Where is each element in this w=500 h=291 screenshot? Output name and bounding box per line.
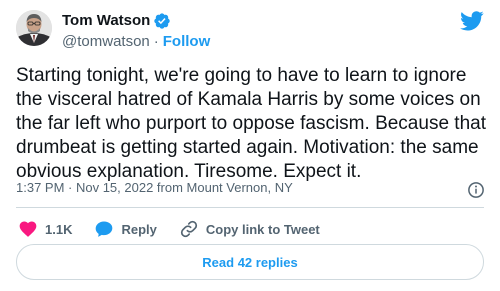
separator-dot: · [153, 33, 159, 50]
follow-link[interactable]: Follow [163, 32, 211, 52]
divider [16, 207, 484, 208]
copy-link-label: Copy link to Tweet [205, 221, 320, 237]
reply-bubble-icon [96, 221, 113, 237]
tweet-text: Starting tonight, we're going to have to… [16, 65, 486, 182]
read-replies-button[interactable]: Read 42 replies [16, 244, 484, 280]
verified-badge-icon [154, 13, 171, 29]
author-name-row: Tom Watson [62, 11, 171, 31]
author-handle-row: @tomwatson · Follow [62, 32, 210, 52]
tweet-timestamp[interactable]: 1:37 PM · Nov 15, 2022 from Mount Vernon… [16, 180, 293, 196]
like-count: 1.1K [45, 221, 73, 237]
reply-button[interactable]: Reply [94, 219, 157, 239]
heart-icon [19, 221, 37, 237]
tweet-card: Tom Watson @tomwatson · Follow Starting … [0, 0, 500, 291]
avatar-photo [16, 10, 52, 46]
copy-link-button[interactable]: Copy link to Tweet [179, 219, 320, 239]
info-icon[interactable] [467, 181, 485, 199]
twitter-bird-icon[interactable] [460, 11, 484, 31]
action-bar: 1.1K Reply Copy link to Tweet [18, 219, 342, 239]
avatar[interactable] [16, 10, 52, 46]
like-button[interactable]: 1.1K [18, 219, 72, 239]
author-name[interactable]: Tom Watson [62, 11, 150, 31]
link-icon [180, 220, 197, 238]
author-handle[interactable]: @tomwatson [62, 32, 150, 52]
reply-label: Reply [121, 221, 157, 237]
